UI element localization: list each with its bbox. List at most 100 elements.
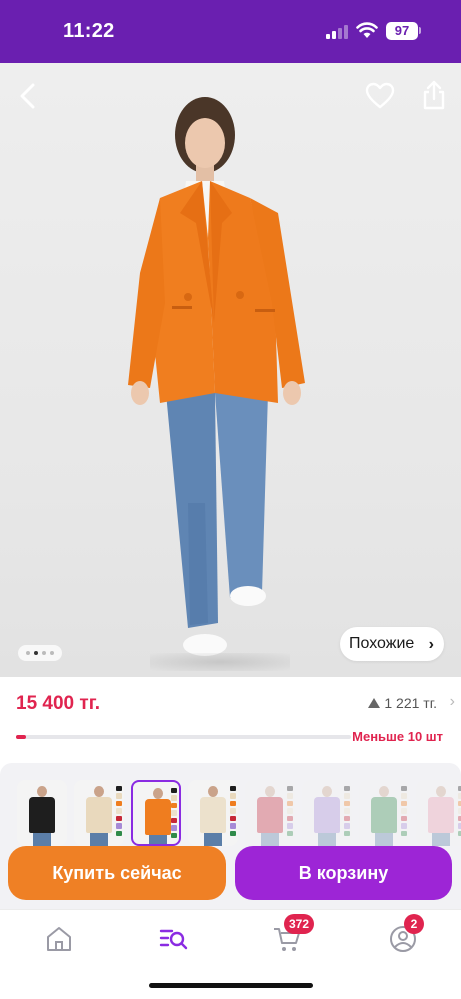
model-head (37, 786, 47, 797)
chevron-right-icon: › (449, 693, 455, 710)
color-swatch (171, 795, 177, 801)
model-head (208, 786, 218, 797)
color-swatch-column (401, 786, 407, 836)
color-swatch (116, 823, 122, 829)
stock-progress-bar (16, 735, 351, 739)
color-variant-thumbnail[interactable] (245, 780, 295, 846)
color-swatch (401, 786, 407, 792)
jacket-swatch (86, 797, 112, 833)
wifi-icon (356, 22, 378, 38)
color-swatch-column (287, 786, 293, 836)
share-icon[interactable] (419, 79, 449, 111)
product-price: 15 400 тг. (16, 693, 100, 714)
color-swatch (230, 823, 236, 829)
color-swatch (287, 793, 293, 799)
jacket-swatch (371, 797, 397, 833)
jacket-swatch (428, 797, 454, 833)
similar-products-button[interactable]: Похожие › (340, 627, 444, 661)
floor-shadow (150, 653, 290, 671)
back-chevron-icon[interactable] (14, 81, 44, 111)
image-pager-dots (18, 645, 62, 661)
color-variant-thumbnail[interactable] (17, 780, 67, 846)
heart-icon[interactable] (365, 81, 395, 111)
color-swatch (230, 800, 236, 807)
color-swatch (287, 808, 293, 814)
add-to-cart-button[interactable]: В корзину (235, 846, 452, 900)
color-swatch (116, 786, 122, 792)
model-head (94, 786, 104, 797)
color-swatch (230, 815, 236, 822)
color-swatch (116, 793, 122, 799)
catalog-search-icon[interactable] (158, 924, 188, 954)
color-swatch (171, 832, 177, 838)
color-swatch (171, 788, 177, 794)
battery-tip (419, 27, 421, 34)
color-swatch (401, 800, 407, 807)
color-swatch (171, 810, 177, 816)
price-history-value: 1 221 тг. (384, 695, 437, 711)
stock-progress-fill (16, 735, 27, 739)
color-swatch (401, 815, 407, 822)
battery-level: 97 (386, 22, 418, 40)
jacket-swatch (257, 797, 283, 833)
product-photo (128, 97, 305, 656)
color-swatch (287, 800, 293, 807)
cart-nav-item[interactable]: 372 (272, 914, 315, 954)
color-swatch-column (116, 786, 122, 836)
model-head (153, 788, 163, 799)
color-swatch (344, 815, 350, 822)
color-swatch (344, 823, 350, 829)
profile-badge: 2 (404, 914, 424, 934)
color-swatch (401, 793, 407, 799)
color-swatch (230, 808, 236, 814)
pager-dot (26, 651, 30, 655)
model-head (436, 786, 446, 797)
pager-dot (42, 651, 46, 655)
color-swatch (344, 786, 350, 792)
home-indicator (149, 983, 313, 988)
color-swatch-column (171, 788, 177, 838)
color-swatch (116, 800, 122, 807)
model-head (265, 786, 275, 797)
color-swatch (230, 793, 236, 799)
jacket-swatch (145, 799, 171, 835)
product-image-gallery[interactable]: Похожие › (0, 63, 461, 677)
color-swatch (287, 815, 293, 822)
model-head (379, 786, 389, 797)
color-swatch (344, 830, 350, 836)
color-swatch (287, 823, 293, 829)
cart-badge: 372 (284, 914, 315, 934)
buy-now-button[interactable]: Купить сейчас (8, 846, 226, 900)
color-swatch (401, 823, 407, 829)
color-variant-thumbnail[interactable] (188, 780, 238, 846)
color-variant-thumbnail[interactable] (416, 780, 461, 846)
profile-nav-item[interactable]: 2 (388, 914, 424, 954)
color-swatch (287, 786, 293, 792)
price-history-link[interactable]: 1 221 тг. › (368, 693, 455, 711)
color-swatch (344, 793, 350, 799)
color-swatch (401, 808, 407, 814)
color-variant-thumbnail[interactable] (131, 780, 181, 846)
color-swatch (401, 830, 407, 836)
color-swatch (171, 817, 177, 824)
jacket-swatch (314, 797, 340, 833)
pager-dot (50, 651, 54, 655)
color-swatch (116, 808, 122, 814)
jacket-swatch (200, 797, 226, 833)
home-icon[interactable] (44, 924, 74, 954)
color-swatch (171, 802, 177, 809)
color-swatch-column (344, 786, 350, 836)
status-time: 11:22 (63, 20, 115, 42)
color-swatch (287, 830, 293, 836)
color-variant-thumbnail[interactable] (74, 780, 124, 846)
color-variant-thumbnail[interactable] (359, 780, 409, 846)
chevron-right-icon: › (428, 636, 434, 653)
color-swatch (344, 800, 350, 807)
color-swatch (116, 830, 122, 836)
jacket-swatch (29, 797, 55, 833)
color-swatch (171, 825, 177, 831)
similar-label: Похожие (349, 635, 415, 652)
color-variant-thumbnail[interactable] (302, 780, 352, 846)
model-head (322, 786, 332, 797)
triangle-up-icon (368, 698, 381, 708)
